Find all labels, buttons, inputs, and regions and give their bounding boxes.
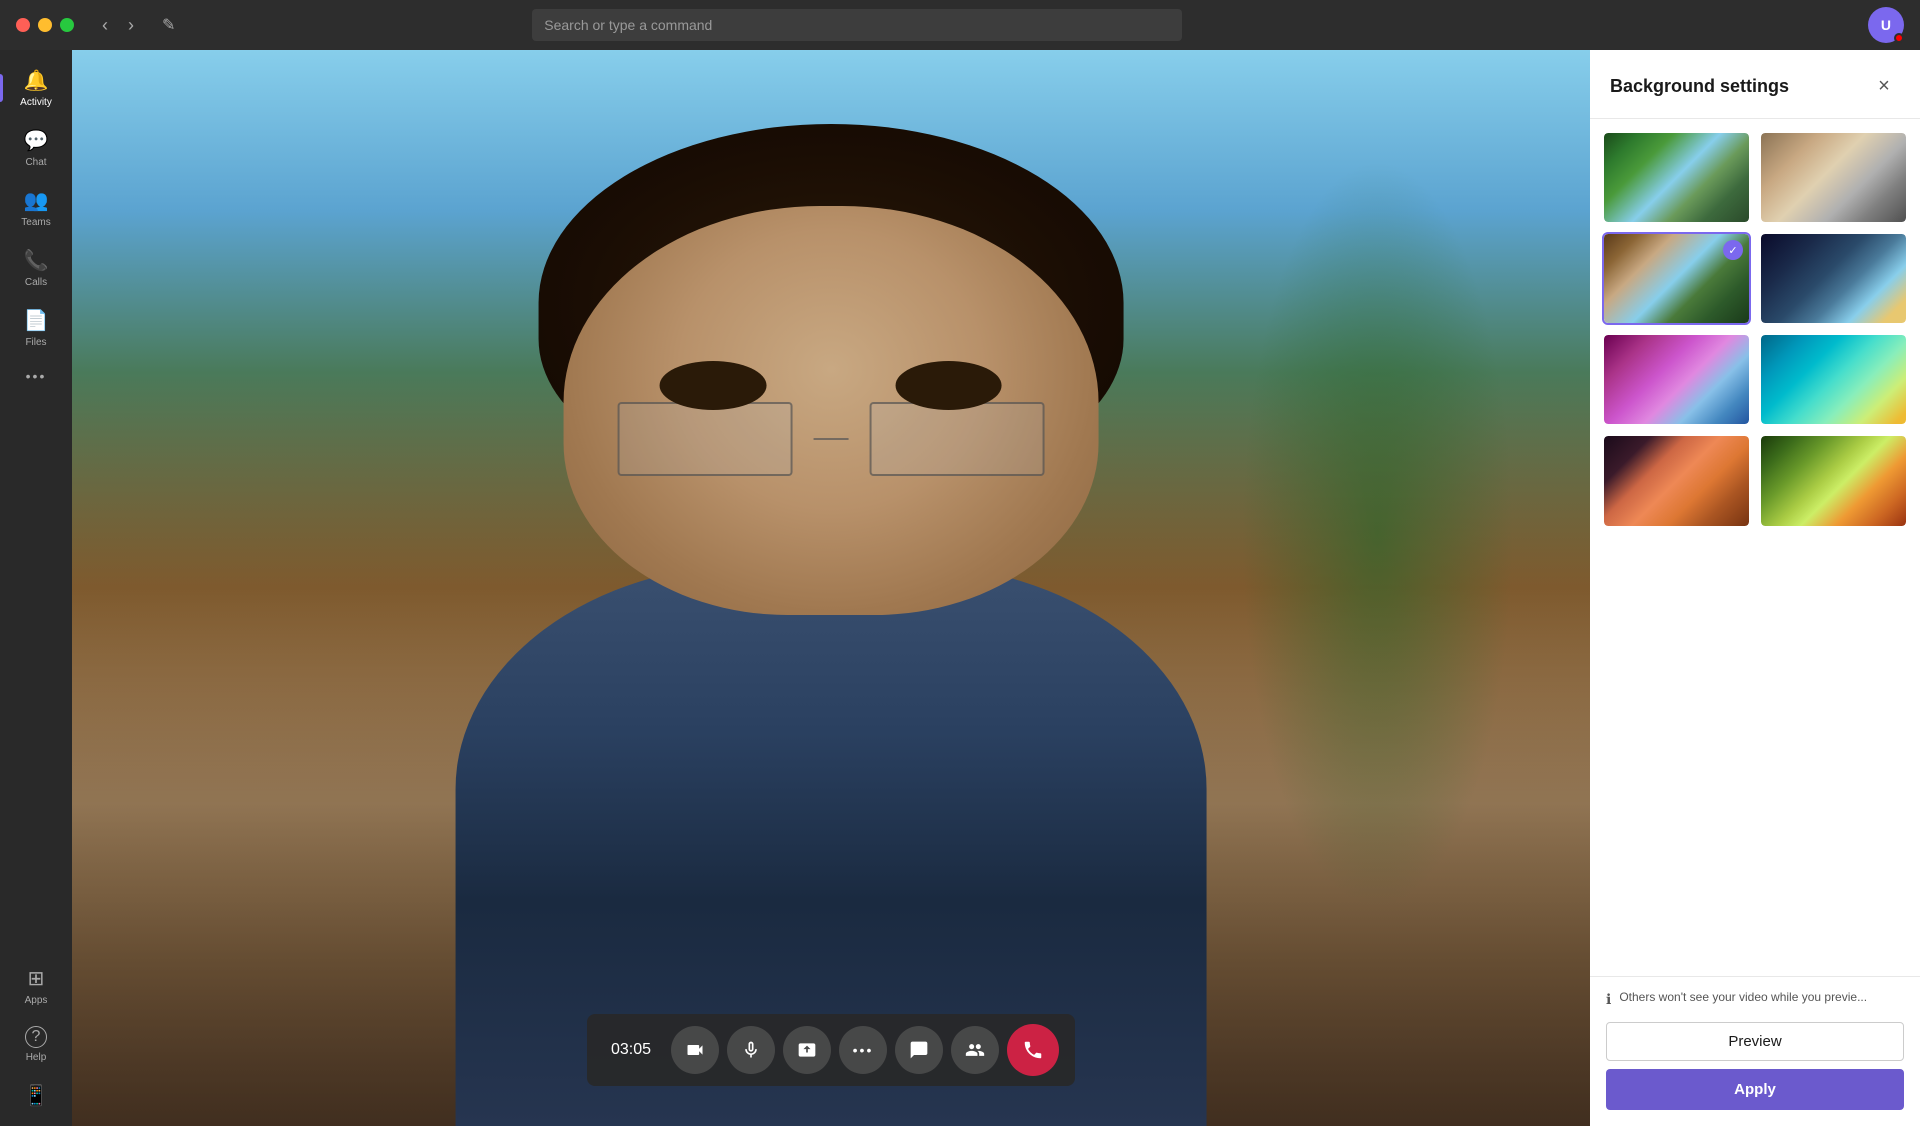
bg-thumbnail-1[interactable] — [1602, 131, 1751, 224]
sidebar-item-chat[interactable]: 💬 Chat — [0, 118, 72, 178]
apps-icon: ⊞ — [28, 966, 45, 991]
preview-button[interactable]: Preview — [1606, 1022, 1904, 1061]
bg-thumbnail-8[interactable] — [1759, 434, 1908, 527]
avatar[interactable]: U — [1868, 7, 1904, 43]
more-options-button[interactable]: ••• — [839, 1026, 887, 1074]
person-container — [414, 104, 1249, 1126]
apply-button[interactable]: Apply — [1606, 1069, 1904, 1110]
video-background — [72, 50, 1590, 1126]
search-placeholder: Search or type a command — [544, 17, 712, 33]
sidebar-item-teams-label: Teams — [21, 217, 50, 228]
bg-thumbnails-grid: ✓ — [1590, 119, 1920, 976]
sidebar-item-apps[interactable]: ⊞ Apps — [24, 956, 49, 1016]
sidebar-item-files-label: Files — [25, 337, 46, 348]
close-traffic-light[interactable] — [16, 18, 30, 32]
participants-button[interactable] — [951, 1026, 999, 1074]
sidebar-item-calls-label: Calls — [25, 277, 47, 288]
compose-button[interactable]: ✎ — [154, 11, 183, 39]
sidebar-item-activity-label: Activity — [20, 97, 52, 108]
forward-button[interactable]: › — [120, 11, 142, 40]
sidebar-item-chat-label: Chat — [25, 157, 46, 168]
titlebar: ‹ › ✎ Search or type a command U — [0, 0, 1920, 50]
avatar-badge — [1894, 33, 1904, 43]
calls-icon: 📞 — [24, 248, 49, 273]
info-message: Others won't see your video while you pr… — [1619, 989, 1867, 1006]
teams-icon: 👥 — [24, 188, 49, 213]
bg-thumbnail-4[interactable] — [1759, 232, 1908, 325]
mic-button[interactable] — [727, 1026, 775, 1074]
call-timer: 03:05 — [603, 1041, 663, 1059]
bg-settings-panel: Background settings × ✓ — [1590, 50, 1920, 1126]
sidebar-item-help[interactable]: ? Help — [24, 1016, 49, 1073]
bg-image-5 — [1604, 335, 1749, 424]
bg-image-8 — [1761, 436, 1906, 525]
bg-image-6 — [1761, 335, 1906, 424]
bg-thumbnail-6[interactable] — [1759, 333, 1908, 426]
bg-thumbnail-7[interactable] — [1602, 434, 1751, 527]
bg-vines — [1241, 158, 1514, 911]
bg-panel-header: Background settings × — [1590, 50, 1920, 119]
bg-image-4 — [1761, 234, 1906, 323]
bg-panel-title: Background settings — [1610, 76, 1789, 97]
nav-buttons: ‹ › — [94, 11, 142, 40]
more-icon: ••• — [26, 368, 47, 384]
left-eye — [660, 361, 767, 410]
back-button[interactable]: ‹ — [94, 11, 116, 40]
bg-image-1 — [1604, 133, 1749, 222]
face-shape — [564, 206, 1098, 615]
help-icon: ? — [25, 1026, 47, 1048]
search-bar[interactable]: Search or type a command — [532, 9, 1182, 41]
sidebar-item-teams[interactable]: 👥 Teams — [0, 178, 72, 238]
video-area: 03:05 ••• — [72, 50, 1590, 1126]
sidebar-item-files[interactable]: 📄 Files — [0, 298, 72, 358]
end-call-button[interactable] — [1007, 1024, 1059, 1076]
bg-thumbnail-2[interactable] — [1759, 131, 1908, 224]
sidebar-item-help-label: Help — [26, 1052, 47, 1063]
selected-checkmark: ✓ — [1723, 240, 1743, 260]
info-text: ℹ Others won't see your video while you … — [1606, 989, 1904, 1010]
bg-image-2 — [1761, 133, 1906, 222]
avatar-initials: U — [1881, 17, 1891, 33]
files-icon: 📄 — [24, 308, 49, 333]
sidebar-item-calls[interactable]: 📞 Calls — [0, 238, 72, 298]
chat-icon: 💬 — [24, 128, 49, 153]
device-icon: 📱 — [24, 1083, 49, 1108]
info-icon: ℹ — [1606, 990, 1611, 1010]
sidebar-item-more[interactable]: ••• — [0, 358, 72, 394]
close-icon: × — [1878, 75, 1890, 98]
glasses — [617, 402, 1044, 476]
sidebar-item-device[interactable]: 📱 — [24, 1073, 49, 1118]
close-bg-panel-button[interactable]: × — [1868, 70, 1900, 102]
call-controls: 03:05 ••• — [587, 1014, 1075, 1086]
reactions-button[interactable] — [895, 1026, 943, 1074]
main-content: 🔔 Activity 💬 Chat 👥 Teams 📞 Calls 📄 File… — [0, 50, 1920, 1126]
bg-image-7 — [1604, 436, 1749, 525]
bg-panel-footer: ℹ Others won't see your video while you … — [1590, 976, 1920, 1126]
bg-thumbnail-5[interactable] — [1602, 333, 1751, 426]
minimize-traffic-light[interactable] — [38, 18, 52, 32]
share-button[interactable] — [783, 1026, 831, 1074]
right-eye — [895, 361, 1002, 410]
fullscreen-traffic-light[interactable] — [60, 18, 74, 32]
camera-button[interactable] — [671, 1026, 719, 1074]
sidebar-bottom: ⊞ Apps ? Help 📱 — [24, 956, 49, 1118]
sidebar: 🔔 Activity 💬 Chat 👥 Teams 📞 Calls 📄 File… — [0, 50, 72, 1126]
bg-thumbnail-3[interactable]: ✓ — [1602, 232, 1751, 325]
sidebar-item-activity[interactable]: 🔔 Activity — [0, 58, 72, 118]
activity-icon: 🔔 — [24, 68, 49, 93]
traffic-lights — [16, 18, 74, 32]
sidebar-item-apps-label: Apps — [25, 995, 48, 1006]
